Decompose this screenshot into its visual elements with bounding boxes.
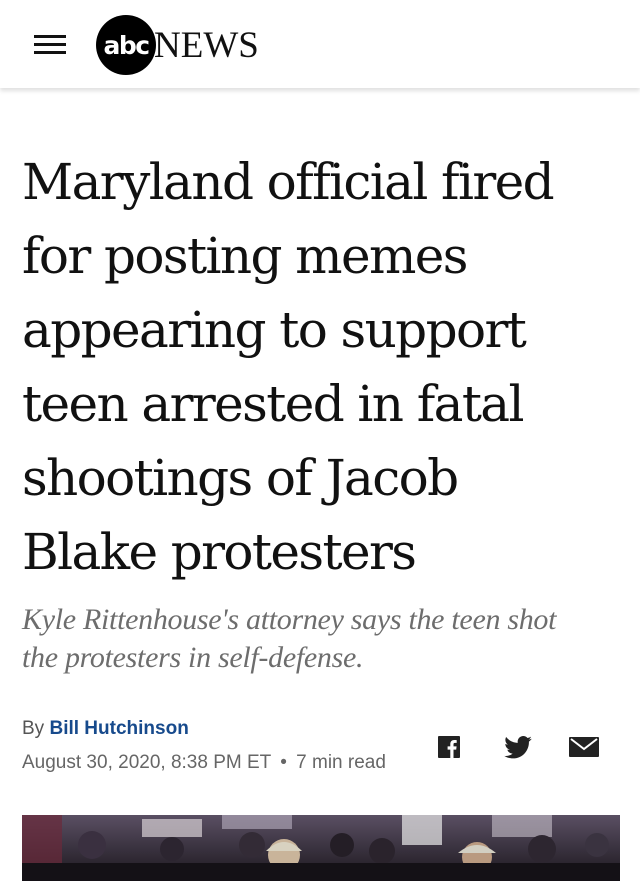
headline-line: shootings of Jacob [22,449,459,507]
headline-line: appearing to support [22,301,527,359]
article-meta: August 30, 2020, 8:38 PM ET • 7 min read [22,752,386,774]
share-twitter-button[interactable] [502,733,534,761]
meta-separator: • [280,752,287,773]
hamburger-menu-icon[interactable] [34,31,66,57]
site-header: abc NEWS [0,0,640,88]
article-headline: Maryland official fired for posting meme… [22,145,632,589]
menu-line [34,51,66,54]
publish-date: August 30, 2020, 8:38 PM ET [22,752,271,773]
twitter-icon [504,735,532,758]
hero-image [22,815,620,881]
subhead-line: the protesters in self-defense. [22,641,364,674]
byline: By Bill Hutchinson [22,718,189,740]
byline-prefix: By [22,718,45,739]
share-facebook-button[interactable] [437,733,461,761]
author-link[interactable]: Bill Hutchinson [49,718,188,739]
menu-line [34,43,66,46]
share-email-button[interactable] [568,733,600,761]
headline-line: teen arrested in fatal [22,375,525,433]
mail-icon [569,737,599,757]
menu-line [34,35,66,38]
news-wordmark: NEWS [154,24,259,66]
facebook-icon [438,736,460,758]
headline-line: Maryland official fired [22,153,555,211]
abc-logo-mark: abc [96,15,156,75]
read-time: 7 min read [296,752,386,773]
protest-crowd-photo [22,815,620,881]
headline-line: Blake protesters [22,523,417,581]
headline-line: for posting memes [22,227,468,285]
article-subheadline: Kyle Rittenhouse's attorney says the tee… [22,601,622,677]
abc-news-logo[interactable]: abc NEWS [96,15,259,75]
subhead-line: Kyle Rittenhouse's attorney says the tee… [22,603,557,636]
